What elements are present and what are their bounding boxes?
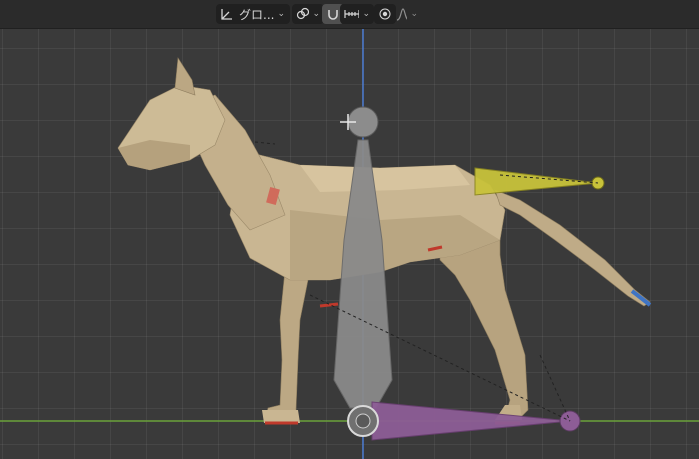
chevron-down-icon: ⌄ xyxy=(410,9,418,19)
pivot-point-icon xyxy=(296,7,310,20)
chevron-down-icon: ⌄ xyxy=(362,9,370,19)
pivot-point-dropdown[interactable]: ⌄ xyxy=(292,4,324,24)
falloff-curve-icon xyxy=(396,8,408,21)
chevron-down-icon: ⌄ xyxy=(312,9,320,19)
snap-magnet-icon xyxy=(328,10,338,20)
proportional-falloff-dropdown[interactable]: ⌄ xyxy=(392,4,422,24)
chevron-down-icon: ⌄ xyxy=(277,9,285,19)
transform-orientation-icon xyxy=(221,9,232,20)
transform-orientation-dropdown[interactable]: グロ... ⌄ xyxy=(216,4,290,24)
proportional-edit-icon xyxy=(379,8,391,20)
foot-bone xyxy=(371,401,571,441)
3d-viewport[interactable] xyxy=(0,0,699,459)
snap-target-dropdown[interactable]: ⌄ xyxy=(340,4,374,24)
snap-increment-icon xyxy=(344,10,360,18)
viewport-header: グロ... ⌄ ⌄ ⌄ ⌄ xyxy=(0,0,699,29)
orientation-label: グロ... xyxy=(239,7,275,22)
